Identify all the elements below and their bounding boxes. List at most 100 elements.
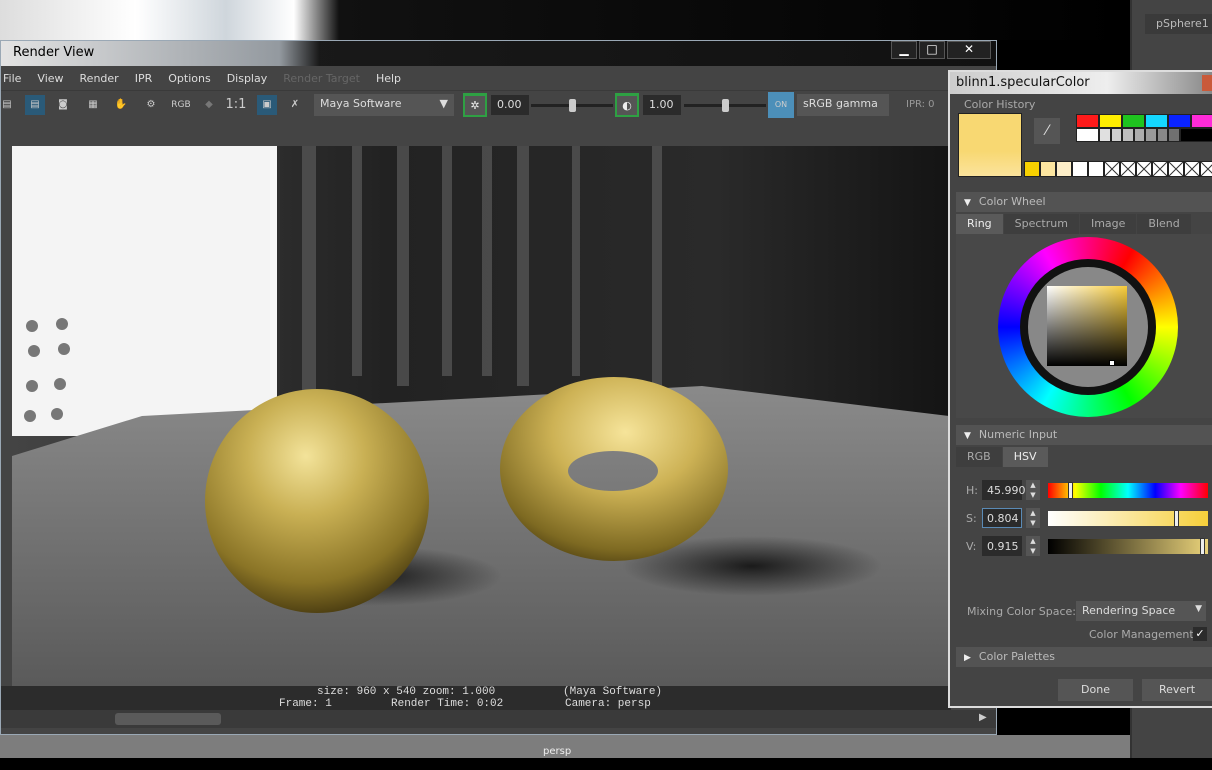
- gray-swatch[interactable]: [1134, 128, 1146, 142]
- color-swatch[interactable]: [1076, 114, 1099, 128]
- history-swatch[interactable]: [1024, 161, 1040, 177]
- history-swatch[interactable]: [1072, 161, 1088, 177]
- renderer-dropdown[interactable]: Maya Software▼: [314, 94, 454, 116]
- menu-display[interactable]: Display: [227, 68, 276, 89]
- real-size-button[interactable]: 1:1: [223, 95, 249, 115]
- remove-image-icon[interactable]: ✗: [285, 95, 305, 115]
- close-button[interactable]: [1202, 75, 1212, 91]
- empty-swatch[interactable]: [1168, 161, 1184, 177]
- empty-swatch[interactable]: [1136, 161, 1152, 177]
- gray-swatch[interactable]: [1145, 128, 1157, 142]
- frame-info: Frame: 1: [279, 698, 332, 710]
- menu-render[interactable]: Render: [80, 68, 127, 89]
- render-frame-icon[interactable]: ▤: [0, 95, 17, 115]
- menu-file[interactable]: File: [3, 68, 29, 89]
- v-slider[interactable]: [1048, 539, 1208, 554]
- title-bar[interactable]: blinn1.specularColor: [950, 72, 1212, 94]
- color-wheel-section[interactable]: ▼Color Wheel: [956, 192, 1212, 212]
- color-swatch[interactable]: [1145, 114, 1168, 128]
- gray-swatch[interactable]: [1076, 128, 1099, 142]
- gray-swatch[interactable]: [1099, 128, 1111, 142]
- tab-hsv[interactable]: HSV: [1003, 447, 1048, 467]
- scroll-right-icon[interactable]: ▶: [979, 712, 987, 723]
- alpha-channel-icon[interactable]: ◆: [199, 95, 219, 115]
- numeric-input-section[interactable]: ▼Numeric Input: [956, 425, 1212, 445]
- saturation-value-square[interactable]: [1047, 286, 1127, 366]
- empty-swatch[interactable]: [1200, 161, 1212, 177]
- empty-swatch[interactable]: [1152, 161, 1168, 177]
- gamma-slider[interactable]: [684, 104, 766, 107]
- eyedropper-icon[interactable]: ⁄: [1034, 118, 1060, 144]
- s-spinner[interactable]: ▲▼: [1026, 508, 1040, 528]
- v-spinner[interactable]: ▲▼: [1026, 536, 1040, 556]
- h-field[interactable]: 45.990: [982, 480, 1022, 500]
- exposure-icon[interactable]: ✲: [463, 93, 487, 117]
- color-management-checkbox[interactable]: ✓: [1193, 627, 1207, 641]
- gray-swatch[interactable]: [1111, 128, 1123, 142]
- refresh-ipr-icon[interactable]: ✋: [111, 95, 131, 115]
- ipr-render-icon[interactable]: ▦: [83, 95, 103, 115]
- title-bar[interactable]: Render View: [1, 41, 996, 66]
- minimize-button[interactable]: ▁: [891, 41, 917, 59]
- history-swatch[interactable]: [1040, 161, 1056, 177]
- gamma-icon[interactable]: ◐: [615, 93, 639, 117]
- render-settings-icon[interactable]: ⚙: [141, 95, 161, 115]
- color-history-label: Color History: [964, 98, 1035, 111]
- menu-help[interactable]: Help: [376, 68, 409, 89]
- rendered-image[interactable]: [12, 146, 949, 686]
- empty-swatch[interactable]: [1120, 161, 1136, 177]
- sv-picker-handle[interactable]: [1109, 360, 1115, 366]
- chevron-down-icon: ▼: [440, 97, 448, 110]
- render-region-icon[interactable]: ▤: [25, 95, 45, 115]
- color-management-toggle[interactable]: ON: [768, 92, 794, 118]
- gamma-field[interactable]: 1.00: [643, 95, 681, 115]
- gray-swatch[interactable]: [1180, 128, 1212, 142]
- close-button[interactable]: ✕: [947, 41, 991, 59]
- mixing-color-space-dropdown[interactable]: Rendering Space▼: [1076, 601, 1206, 621]
- render-scene: [12, 146, 949, 686]
- v-field[interactable]: 0.915: [982, 536, 1022, 556]
- menu-options[interactable]: Options: [168, 68, 218, 89]
- h-slider[interactable]: [1048, 483, 1208, 498]
- h-spinner[interactable]: ▲▼: [1026, 480, 1040, 500]
- history-swatch[interactable]: [1056, 161, 1072, 177]
- keep-image-icon[interactable]: ▣: [257, 95, 277, 115]
- color-palettes-section[interactable]: ▶Color Palettes: [956, 647, 1212, 667]
- exposure-slider[interactable]: [531, 104, 613, 107]
- s-slider[interactable]: [1048, 511, 1208, 526]
- section-label: Numeric Input: [979, 428, 1057, 441]
- s-field[interactable]: 0.804: [982, 508, 1022, 528]
- tab-blend[interactable]: Blend: [1137, 214, 1190, 234]
- empty-swatch[interactable]: [1104, 161, 1120, 177]
- maximize-button[interactable]: □: [919, 41, 945, 59]
- scrollbar-thumb[interactable]: [115, 713, 221, 725]
- camera-info: Camera: persp: [565, 698, 651, 710]
- menu-render-target[interactable]: Render Target: [283, 68, 368, 89]
- revert-button[interactable]: Revert: [1142, 679, 1212, 701]
- view-transform-field[interactable]: sRGB gamma: [797, 94, 889, 116]
- color-swatch[interactable]: [1191, 114, 1212, 128]
- gray-swatch[interactable]: [1157, 128, 1169, 142]
- toolbar: ▤ ▤ ◙ ▦ ✋ ⚙ RGB ◆ 1:1 ▣ ✗ Maya Software▼…: [1, 90, 996, 118]
- tab-image[interactable]: Image: [1080, 214, 1136, 234]
- color-editor-window: blinn1.specularColor Color History ⁄ ▼Co…: [948, 70, 1212, 708]
- menu-ipr[interactable]: IPR: [135, 68, 161, 89]
- rgb-channel-button[interactable]: RGB: [168, 95, 194, 115]
- gray-swatch[interactable]: [1122, 128, 1134, 142]
- horizontal-scrollbar[interactable]: ▶: [1, 710, 996, 728]
- menu-view[interactable]: View: [37, 68, 71, 89]
- tab-rgb[interactable]: RGB: [956, 447, 1002, 467]
- color-swatch[interactable]: [1168, 114, 1191, 128]
- node-tab-psphere[interactable]: pSphere1: [1145, 14, 1212, 34]
- gray-swatch[interactable]: [1168, 128, 1180, 142]
- snapshot-icon[interactable]: ◙: [53, 95, 73, 115]
- history-swatch[interactable]: [1088, 161, 1104, 177]
- color-swatch[interactable]: [1099, 114, 1122, 128]
- exposure-field[interactable]: 0.00: [491, 95, 529, 115]
- tab-spectrum[interactable]: Spectrum: [1004, 214, 1079, 234]
- menu-bar: File View Render IPR Options Display Ren…: [1, 68, 996, 89]
- empty-swatch[interactable]: [1184, 161, 1200, 177]
- tab-ring[interactable]: Ring: [956, 214, 1003, 234]
- done-button[interactable]: Done: [1058, 679, 1133, 701]
- color-swatch[interactable]: [1122, 114, 1145, 128]
